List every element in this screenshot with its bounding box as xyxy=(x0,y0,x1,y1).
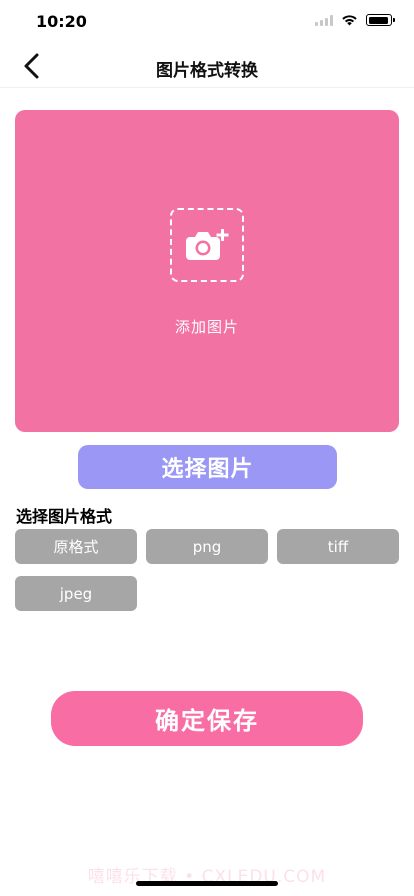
battery-level xyxy=(368,16,389,24)
select-image-button[interactable]: 选择图片 xyxy=(78,445,337,489)
battery-icon xyxy=(366,14,395,26)
format-option-original[interactable]: 原格式 xyxy=(15,529,137,564)
format-section-title: 选择图片格式 xyxy=(16,507,113,526)
confirm-save-button[interactable]: 确定保存 xyxy=(51,691,363,746)
camera-frame xyxy=(170,208,244,282)
camera-plus-icon xyxy=(186,229,229,260)
status-time: 10:20 xyxy=(36,12,87,31)
page-title: 图片格式转换 xyxy=(156,61,258,81)
status-icons xyxy=(315,14,395,26)
add-image-area[interactable]: 添加图片 xyxy=(15,110,399,432)
format-option-jpeg[interactable]: jpeg xyxy=(15,576,137,611)
add-image-label: 添加图片 xyxy=(174,318,239,336)
home-indicator[interactable] xyxy=(136,881,278,886)
nav-bar: 图片格式转换 xyxy=(0,44,414,88)
format-option-tiff[interactable]: tiff xyxy=(277,529,399,564)
wifi-icon xyxy=(342,15,357,26)
format-option-png[interactable]: png xyxy=(146,529,268,564)
signal-icon xyxy=(315,14,333,26)
status-bar: 10:20 xyxy=(0,0,414,44)
